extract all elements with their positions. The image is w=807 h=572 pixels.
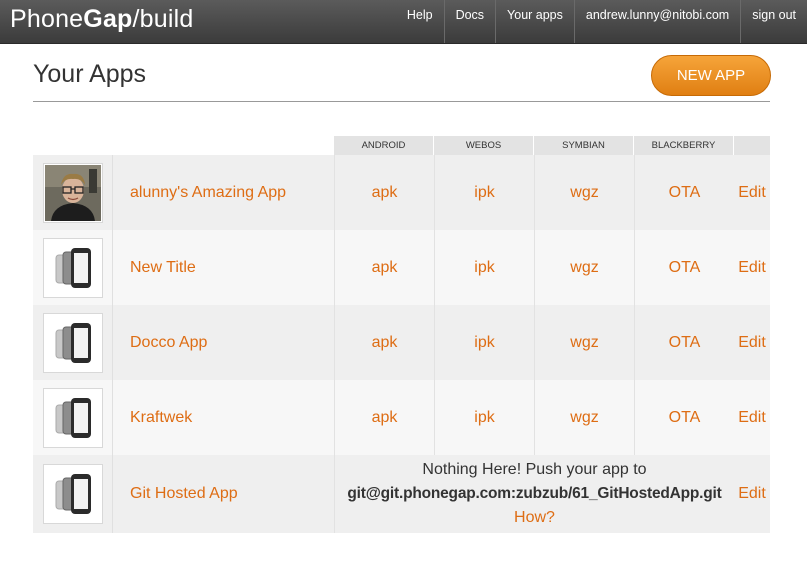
apps-table: ANDROID WEBOS SYMBIAN BLACKBERRY alunny'… [33, 136, 770, 533]
user-photo-icon [44, 164, 101, 221]
table-header: ANDROID WEBOS SYMBIAN BLACKBERRY [33, 136, 770, 155]
symbian-download-link[interactable]: wgz [534, 305, 634, 380]
table-row: alunny's Amazing App apk ipk wgz OTA Edi… [33, 155, 770, 230]
blackberry-download-link[interactable]: OTA [634, 155, 734, 230]
heading-divider [33, 101, 770, 102]
no-build-text: Nothing Here! Push your app to [422, 461, 647, 478]
android-download-link[interactable]: apk [334, 155, 434, 230]
column-header-blackberry: BLACKBERRY [634, 136, 734, 155]
symbian-download-link[interactable]: wgz [534, 380, 634, 455]
page-title: Your Apps [33, 60, 147, 88]
table-row: New Title apk ipk wgz OTA Edit [33, 230, 770, 305]
app-name-link[interactable]: alunny's Amazing App [113, 184, 334, 202]
symbian-download-link[interactable]: wgz [534, 230, 634, 305]
logo-text-build: /build [132, 5, 194, 33]
logo-text-gap: Gap [83, 5, 133, 33]
app-icon [42, 162, 103, 223]
phone-stack-icon [55, 397, 91, 438]
android-download-link[interactable]: apk [334, 380, 434, 455]
phone-stack-icon [55, 247, 91, 288]
app-name-link[interactable]: Kraftwek [113, 409, 334, 427]
blackberry-download-link[interactable]: OTA [634, 230, 734, 305]
webos-download-link[interactable]: ipk [434, 230, 534, 305]
edit-link[interactable]: Edit [734, 259, 770, 277]
phonegap-build-logo[interactable]: PhoneGap/build [10, 5, 194, 34]
table-row: Kraftwek apk ipk wgz OTA Edit [33, 380, 770, 455]
no-build-message: Nothing Here! Push your app to git@git.p… [334, 455, 734, 533]
app-icon [42, 312, 103, 373]
nav-your-apps[interactable]: Your apps [495, 0, 574, 43]
app-icon [42, 387, 103, 448]
blackberry-download-link[interactable]: OTA [634, 305, 734, 380]
phone-stack-icon [55, 322, 91, 363]
new-app-button[interactable]: NEW APP [651, 55, 771, 96]
android-download-link[interactable]: apk [334, 230, 434, 305]
nav-sign-out[interactable]: sign out [740, 0, 807, 43]
app-icon [42, 237, 103, 298]
edit-link[interactable]: Edit [734, 485, 770, 503]
top-nav: Help Docs Your apps andrew.lunny@nitobi.… [396, 0, 807, 43]
webos-download-link[interactable]: ipk [434, 305, 534, 380]
table-row: Docco App apk ipk wgz OTA Edit [33, 305, 770, 380]
webos-download-link[interactable]: ipk [434, 155, 534, 230]
top-bar: PhoneGap/build Help Docs Your apps andre… [0, 0, 807, 44]
android-download-link[interactable]: apk [334, 305, 434, 380]
logo-text-phone: Phone [10, 5, 84, 33]
phone-stack-icon [55, 474, 91, 514]
symbian-download-link[interactable]: wgz [534, 155, 634, 230]
app-name-link[interactable]: New Title [113, 259, 334, 277]
app-name-link[interactable]: Docco App [113, 334, 334, 352]
edit-link[interactable]: Edit [734, 409, 770, 427]
edit-link[interactable]: Edit [734, 184, 770, 202]
how-link[interactable]: How? [514, 506, 555, 530]
blackberry-download-link[interactable]: OTA [634, 380, 734, 455]
table-row: Git Hosted App Nothing Here! Push your a… [33, 455, 770, 533]
nav-user-account[interactable]: andrew.lunny@nitobi.com [573, 0, 740, 43]
column-header-webos: WEBOS [434, 136, 534, 155]
column-header-symbian: SYMBIAN [534, 136, 634, 155]
app-name-link[interactable]: Git Hosted App [113, 485, 334, 503]
nav-help[interactable]: Help [396, 0, 444, 43]
git-repo-url: git@git.phonegap.com:zubzub/61_GitHosted… [347, 485, 722, 502]
app-icon [42, 464, 103, 524]
column-header-android: ANDROID [334, 136, 434, 155]
edit-link[interactable]: Edit [734, 334, 770, 352]
nav-docs[interactable]: Docs [443, 0, 495, 43]
webos-download-link[interactable]: ipk [434, 380, 534, 455]
